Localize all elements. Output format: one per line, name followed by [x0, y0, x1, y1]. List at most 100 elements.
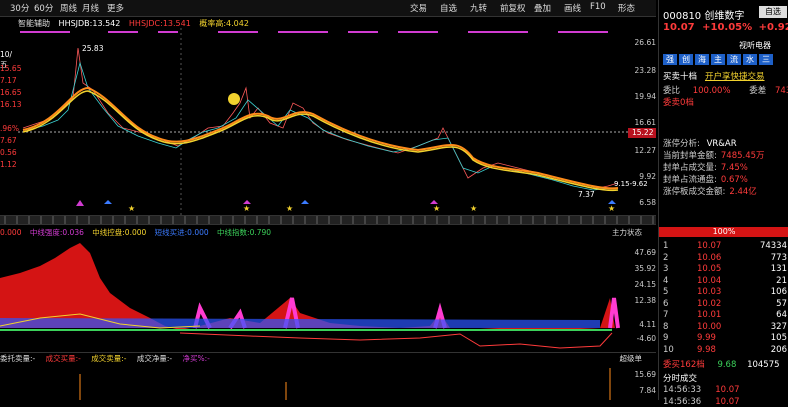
chip[interactable]: 三	[759, 54, 773, 65]
super-order-chart[interactable]	[0, 364, 630, 400]
stat-value: 0.67%	[720, 175, 748, 185]
sub1-tick: 4.11	[639, 320, 656, 329]
sub1-tick: 12.38	[634, 296, 656, 305]
left-axis: 10/五 15.65 7.17 16.65 16.13 .96% 7.67 0.…	[0, 36, 21, 226]
toolbar-item-week[interactable]: 周线	[60, 2, 77, 14]
analysis-source: VR&AR	[706, 139, 737, 149]
candlestick-chart[interactable]: ★ ★ ★ ★ ★ ★	[18, 28, 656, 218]
sub1-tick: 47.69	[634, 248, 656, 257]
bid-volume: 57	[776, 298, 787, 309]
toolbar-item-trade[interactable]: 交易	[410, 2, 427, 14]
svg-text:★: ★	[128, 204, 135, 213]
bid-level: 10	[663, 344, 674, 355]
chip[interactable]: 水	[743, 54, 757, 65]
toolbar-item-pattern[interactable]: 形态	[618, 2, 635, 14]
toolbar-item-month[interactable]: 月线	[82, 2, 99, 14]
current-price: 10.07 +10.05% +0.92	[663, 22, 788, 33]
bid-level: 6	[663, 298, 669, 309]
toolbar-item-nine[interactable]: 九转	[470, 2, 487, 14]
svg-text:★: ★	[608, 204, 615, 213]
stat-value: 7485.45万	[720, 151, 765, 161]
stat-label: 封单占成交量:	[663, 163, 717, 173]
sub1-d: 短线买进:0.000	[154, 228, 209, 237]
bid-row: 4 10.04 21	[663, 276, 787, 286]
cursor-marker[interactable]	[228, 93, 240, 105]
pct-bar: 100%	[659, 227, 788, 237]
buy-menu[interactable]: 买卖十档	[663, 70, 697, 82]
svg-text:★: ★	[243, 204, 250, 213]
bid-row: 7 10.01 64	[663, 310, 787, 320]
trades-title[interactable]: 分时成交	[663, 372, 697, 384]
chip[interactable]: 海	[695, 54, 709, 65]
buy-total-row: 委买162档 9.68 104575	[663, 358, 780, 370]
bid-level: 5	[663, 287, 669, 297]
stat-row: 封单占成交量: 7.45%	[663, 161, 748, 173]
sub2-c: 成交卖量:-	[91, 354, 127, 363]
open-trade-link[interactable]: 开户享快捷交易	[705, 70, 765, 82]
chip[interactable]: 创	[679, 54, 693, 65]
bid-volume: 327	[770, 321, 787, 332]
toolbar-item-watchlist[interactable]: 自选	[440, 2, 457, 14]
sub1-y-axis: 47.69 35.92 24.15 12.38 4.11 -4.60	[630, 248, 656, 348]
bottom-signal-markers: ★ ★ ★ ★ ★ ★	[76, 200, 616, 213]
sub1-header: 0.000 中线强度:0.036 中线控盘:0.000 短线买进:0.000 中…	[0, 227, 656, 237]
bid-row: 3 10.05 131	[663, 264, 787, 274]
sub2-panel-title[interactable]: 超级单	[620, 353, 643, 364]
bid-row: 1 10.07 74334	[663, 241, 787, 251]
sub2-y-axis: 15.69 7.84	[630, 370, 656, 400]
chip[interactable]: 强	[663, 54, 677, 65]
toolbar-item-adjust[interactable]: 前复权	[500, 2, 526, 14]
bid-volume: 206	[770, 344, 787, 355]
toolbar-item-more[interactable]: 更多	[107, 2, 124, 14]
chip[interactable]: 主	[711, 54, 725, 65]
bid-level: 3	[663, 264, 669, 274]
left-axis-label: 7.17	[0, 76, 17, 85]
bid-row: 2 10.06 773	[663, 253, 787, 263]
legend-hhsjdc: HHSJDC:13.541	[128, 19, 191, 28]
bid-row: 6 10.02 57	[663, 299, 787, 309]
bid-price: 10.00	[697, 321, 722, 332]
sub2-header: 委托卖量:- 成交买量:- 成交卖量:- 成交净量:- 净买%:- 超级单	[0, 352, 656, 363]
bid-price: 10.03	[697, 287, 722, 297]
legend-title[interactable]: 智能辅助	[18, 19, 50, 28]
toolbar-item-draw[interactable]: 画线	[564, 2, 581, 14]
blue-bars	[0, 318, 600, 328]
quote-panel: 000810 创维数字 自选 10.07 +10.05% +0.92 视听电器 …	[658, 0, 788, 407]
bid-level: 9	[663, 333, 669, 343]
toolbar-item-f10[interactable]: F10	[590, 2, 606, 12]
top-signal-dots	[20, 31, 608, 33]
bid-volume: 106	[770, 287, 787, 297]
svg-text:★: ★	[433, 204, 440, 213]
weicha-value: 74334	[774, 86, 788, 96]
bid-volume: 773	[770, 252, 787, 263]
y-tick: 16.61	[634, 118, 656, 127]
bid-row: 8 10.00 327	[663, 322, 787, 332]
trade-row: 14:56:36 10.07	[663, 397, 740, 407]
trade-time: 14:56:36	[663, 397, 702, 407]
stat-row: 当前封单金额: 7485.45万	[663, 149, 765, 161]
sub2-e: 净买%:-	[182, 354, 210, 363]
self-select-button[interactable]: 自选	[759, 6, 787, 18]
bid-price: 10.07	[697, 241, 722, 251]
bid-level: 1	[663, 241, 669, 251]
bid-level: 7	[663, 310, 669, 320]
stat-value: 2.44亿	[729, 187, 757, 197]
y-tick: 26.61	[634, 38, 656, 47]
sub2-tick: 7.84	[639, 386, 656, 395]
trade-time: 14:56:33	[663, 385, 702, 395]
sector-label[interactable]: 视听电器	[739, 40, 771, 51]
sub1-c: 中线控盘:0.000	[92, 228, 147, 237]
chip[interactable]: 流	[727, 54, 741, 65]
sub1-panel-title[interactable]: 主力状态	[612, 227, 642, 238]
main-force-chart[interactable]	[0, 238, 630, 350]
stat-row: 封单占流通盘: 0.67%	[663, 173, 748, 185]
toolbar-item-overlay[interactable]: 叠加	[534, 2, 551, 14]
toolbar-item-60min[interactable]: 60分	[34, 2, 53, 14]
stock-code-name: 000810 创维数字	[663, 11, 745, 22]
buy-total-price: 9.68	[717, 360, 737, 370]
sub1-tick: 35.92	[634, 264, 656, 273]
bid-price: 10.02	[697, 298, 722, 309]
legend-hhsjdb: HHSJDB:13.542	[58, 19, 121, 28]
toolbar-item-30min[interactable]: 30分	[10, 2, 29, 14]
bid-row: 10 9.98 206	[663, 345, 787, 355]
